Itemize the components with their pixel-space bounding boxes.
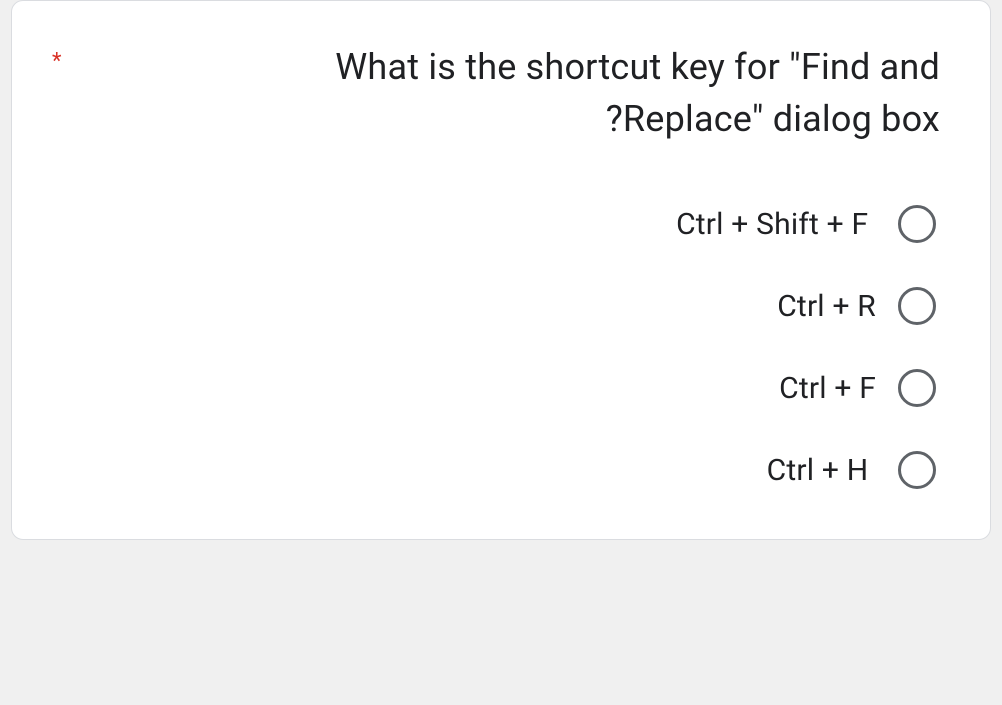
options-list: ‫ Ctrl + Shift + F Ctrl + R Ctrl + F ‫ C… bbox=[52, 205, 940, 489]
option-label: ‫ Ctrl + Shift + F bbox=[676, 207, 876, 242]
option-ctrl-f[interactable]: Ctrl + F bbox=[779, 369, 936, 407]
option-ctrl-shift-f[interactable]: ‫ Ctrl + Shift + F bbox=[676, 205, 936, 243]
required-asterisk: * bbox=[52, 49, 64, 75]
question-line-2: ?Replace" dialog box bbox=[606, 98, 940, 140]
option-ctrl-h[interactable]: ‫ Ctrl + H bbox=[767, 451, 936, 489]
question-text: What is the shortcut key for "Find and ?… bbox=[124, 41, 940, 145]
option-label: Ctrl + R bbox=[777, 289, 876, 324]
radio-icon bbox=[898, 451, 936, 489]
question-card: * What is the shortcut key for "Find and… bbox=[11, 0, 991, 540]
option-label: Ctrl + F bbox=[779, 371, 876, 406]
question-line-1: What is the shortcut key for "Find and bbox=[335, 46, 940, 88]
question-row: * What is the shortcut key for "Find and… bbox=[52, 41, 940, 145]
radio-icon bbox=[898, 287, 936, 325]
option-ctrl-r[interactable]: Ctrl + R bbox=[777, 287, 936, 325]
radio-icon bbox=[898, 205, 936, 243]
radio-icon bbox=[898, 369, 936, 407]
option-label: ‫ Ctrl + H bbox=[767, 453, 876, 488]
